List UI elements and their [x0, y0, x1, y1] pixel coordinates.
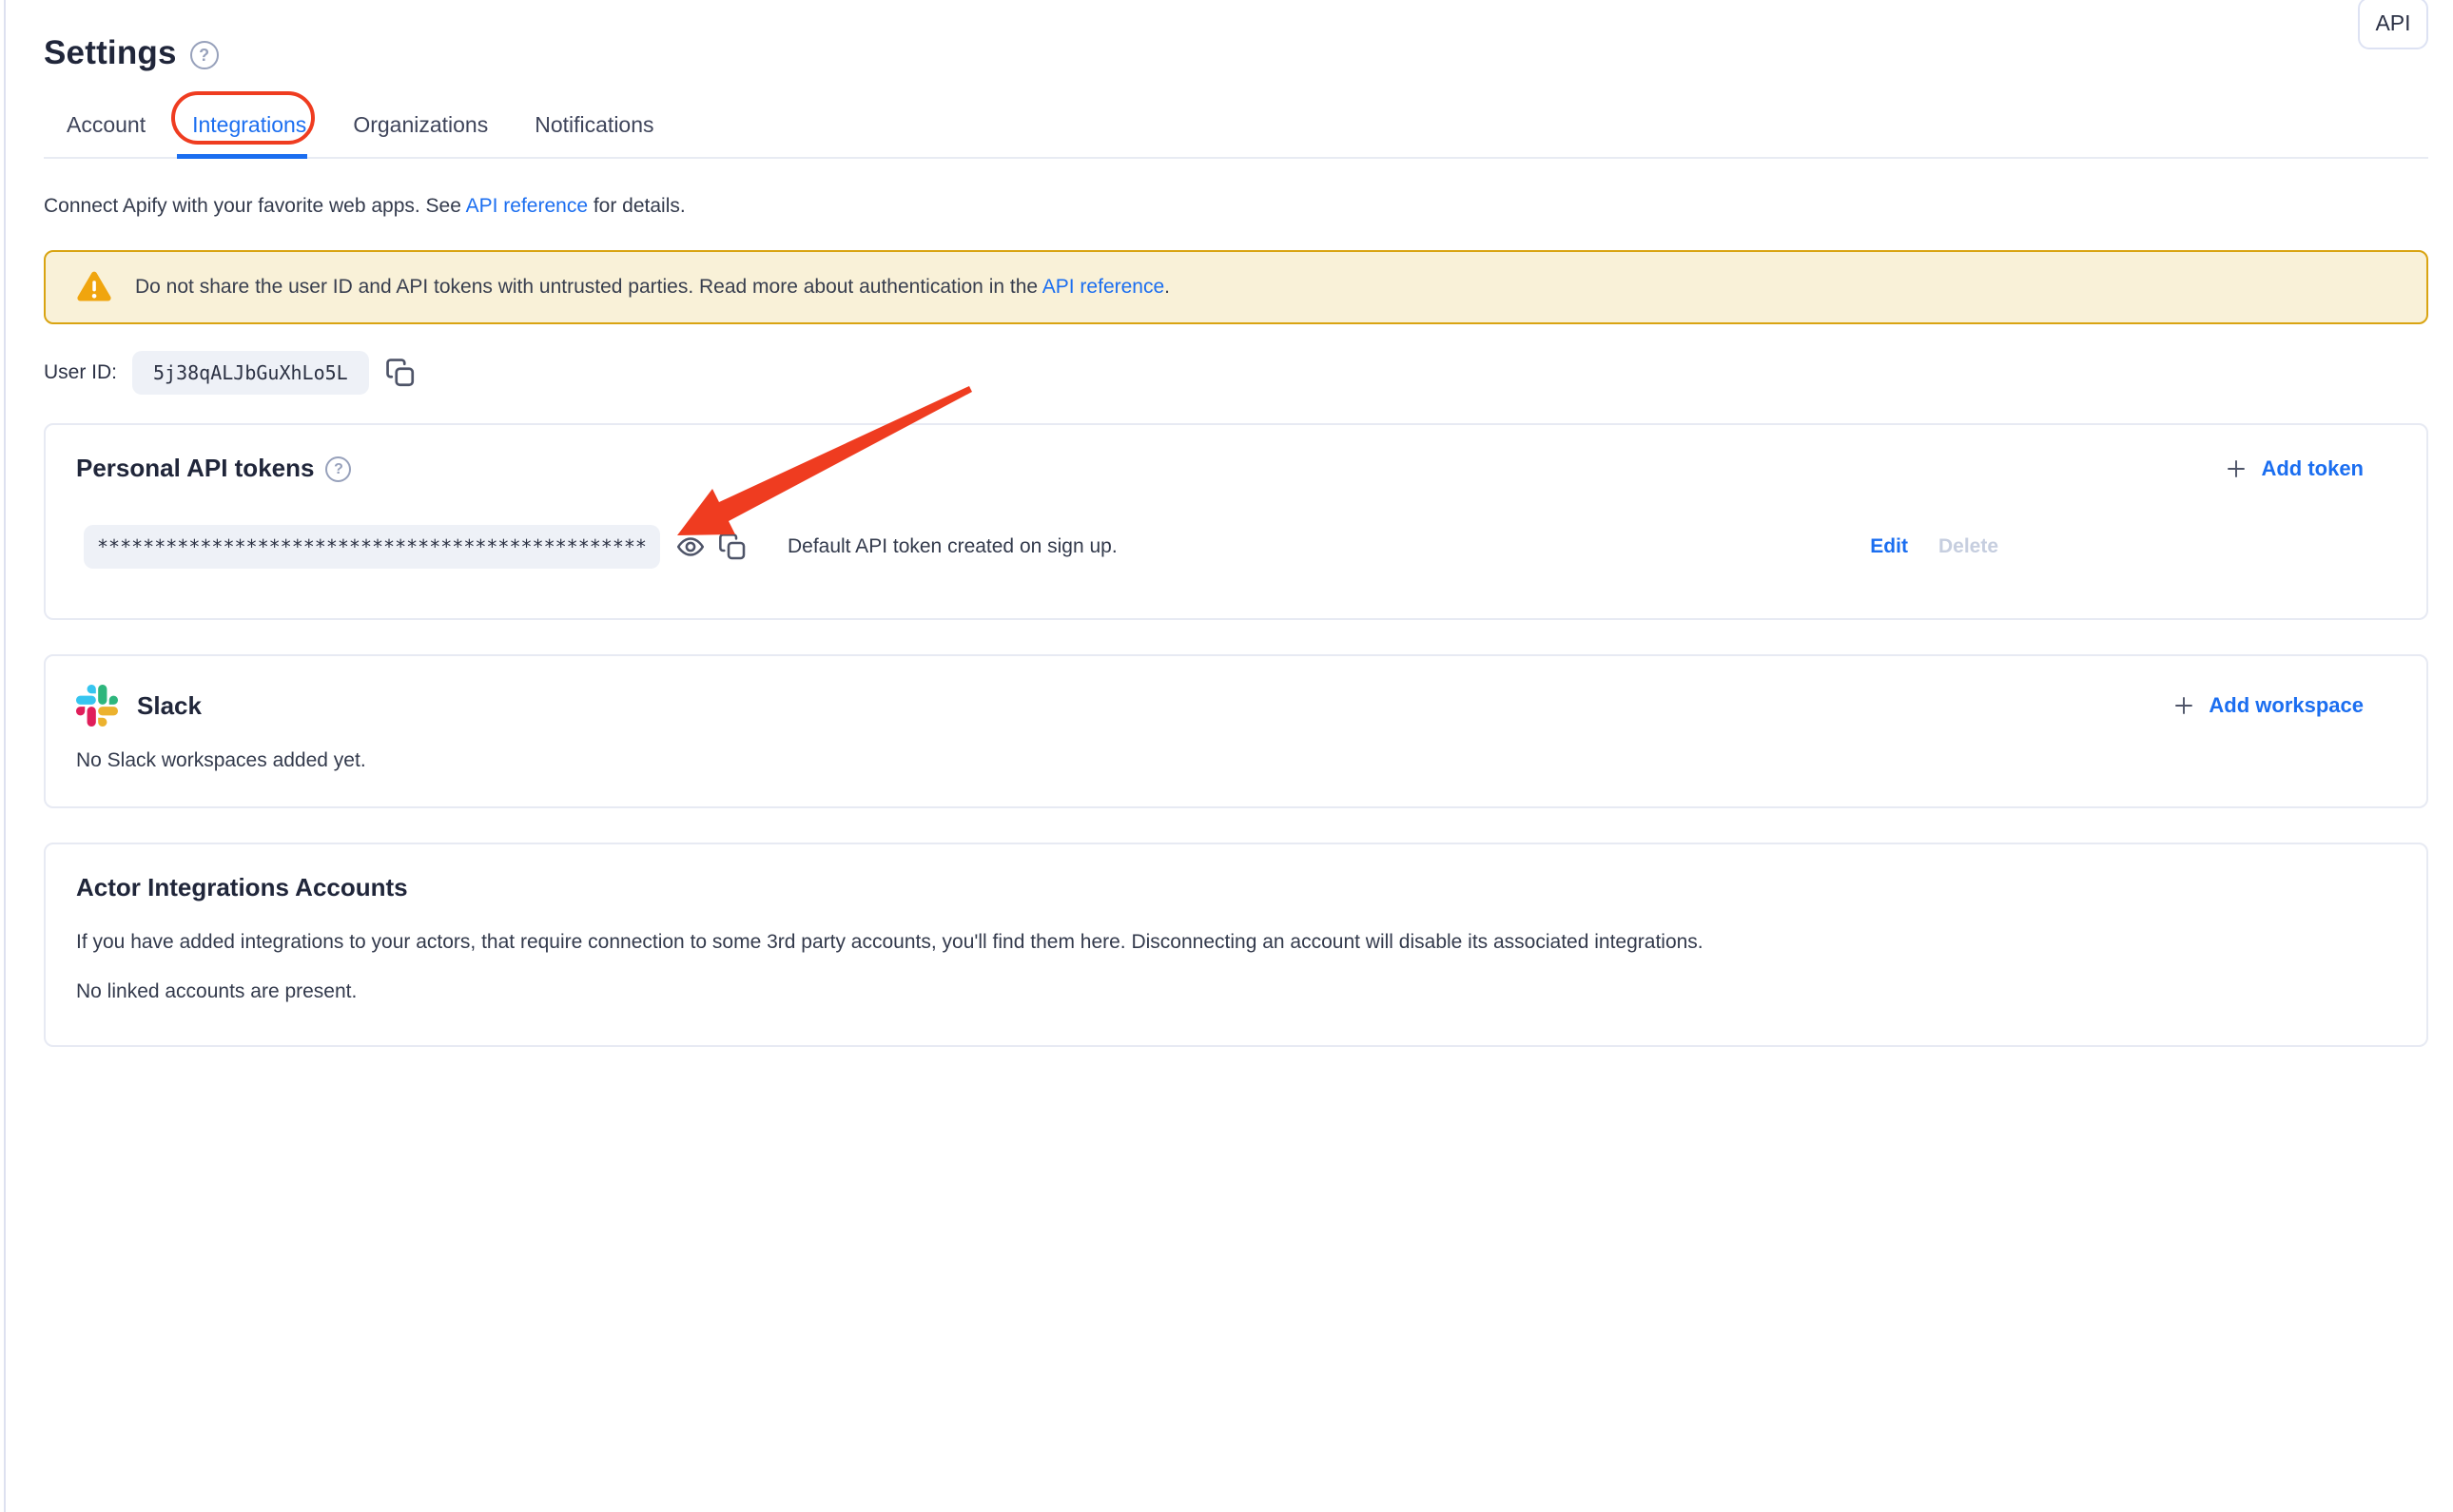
copy-icon [384, 357, 417, 389]
show-token-button[interactable] [675, 532, 706, 562]
add-token-button[interactable]: Add token [2225, 456, 2364, 481]
tab-bar: Account Integrations Organizations Notif… [44, 99, 2428, 159]
user-id-value[interactable]: 5j38qALJbGuXhLo5L [132, 351, 369, 395]
tab-integrations-label: Integrations [192, 112, 306, 137]
copy-user-id-button[interactable] [384, 357, 417, 389]
left-edge-divider [4, 0, 6, 1512]
masked-token-field[interactable]: ****************************************… [84, 525, 660, 569]
personal-api-tokens-card: Personal API tokens ? Add token ********… [44, 423, 2428, 620]
warning-api-reference-link[interactable]: API reference [1042, 276, 1164, 298]
tokens-card-title: Personal API tokens [76, 454, 314, 483]
tab-account[interactable]: Account [44, 99, 169, 157]
token-description: Default API token created on sign up. [788, 535, 1118, 558]
user-id-row: User ID: 5j38qALJbGuXhLo5L [44, 351, 2428, 395]
warning-text: Do not share the user ID and API tokens … [135, 276, 1170, 299]
warning-banner: Do not share the user ID and API tokens … [44, 250, 2428, 324]
tokens-card-header: Personal API tokens ? Add token [76, 454, 2388, 483]
eye-icon [675, 532, 706, 562]
plus-icon [2225, 457, 2248, 480]
actor-card-description: If you have added integrations to your a… [76, 931, 2388, 954]
delete-token-button: Delete [1938, 535, 1998, 558]
actor-card-title: Actor Integrations Accounts [76, 873, 2388, 902]
slack-card: Slack Add workspace No Slack workspaces … [44, 654, 2428, 808]
actor-integrations-card: Actor Integrations Accounts If you have … [44, 843, 2428, 1047]
api-reference-link[interactable]: API reference [466, 195, 588, 217]
tab-integrations[interactable]: Integrations [169, 99, 330, 157]
intro-text-after: for details. [588, 195, 686, 217]
warning-text-after: . [1164, 276, 1170, 298]
settings-help-icon[interactable]: ? [190, 41, 219, 69]
api-button[interactable]: API [2358, 0, 2428, 49]
title-row: Settings ? [44, 34, 2428, 72]
actor-card-empty-text: No linked accounts are present. [76, 980, 2388, 1003]
slack-title-wrap: Slack [76, 685, 202, 727]
slack-card-title: Slack [137, 691, 202, 721]
token-row: ****************************************… [76, 525, 2388, 569]
add-token-label: Add token [2261, 456, 2364, 481]
warning-text-before: Do not share the user ID and API tokens … [135, 276, 1042, 298]
plus-icon [2172, 694, 2195, 717]
settings-page: Settings ? API Account Integrations Orga… [44, 0, 2428, 1047]
intro-text: Connect Apify with your favorite web app… [44, 195, 2428, 218]
copy-token-button[interactable] [717, 532, 748, 562]
slack-card-header: Slack Add workspace [76, 685, 2388, 727]
user-id-label: User ID: [44, 361, 117, 384]
copy-icon [717, 532, 748, 562]
tokens-help-icon[interactable]: ? [325, 456, 351, 482]
token-actions: Edit Delete [1870, 535, 1998, 558]
slack-logo-icon [76, 685, 118, 727]
slack-empty-text: No Slack workspaces added yet. [76, 749, 2388, 772]
page-title: Settings [44, 34, 177, 72]
intro-text-before: Connect Apify with your favorite web app… [44, 195, 466, 217]
warning-icon [76, 271, 112, 303]
tab-organizations[interactable]: Organizations [330, 99, 512, 157]
tab-notifications[interactable]: Notifications [512, 99, 677, 157]
add-workspace-label: Add workspace [2209, 693, 2364, 718]
add-workspace-button[interactable]: Add workspace [2172, 693, 2364, 718]
edit-token-button[interactable]: Edit [1870, 535, 1908, 558]
